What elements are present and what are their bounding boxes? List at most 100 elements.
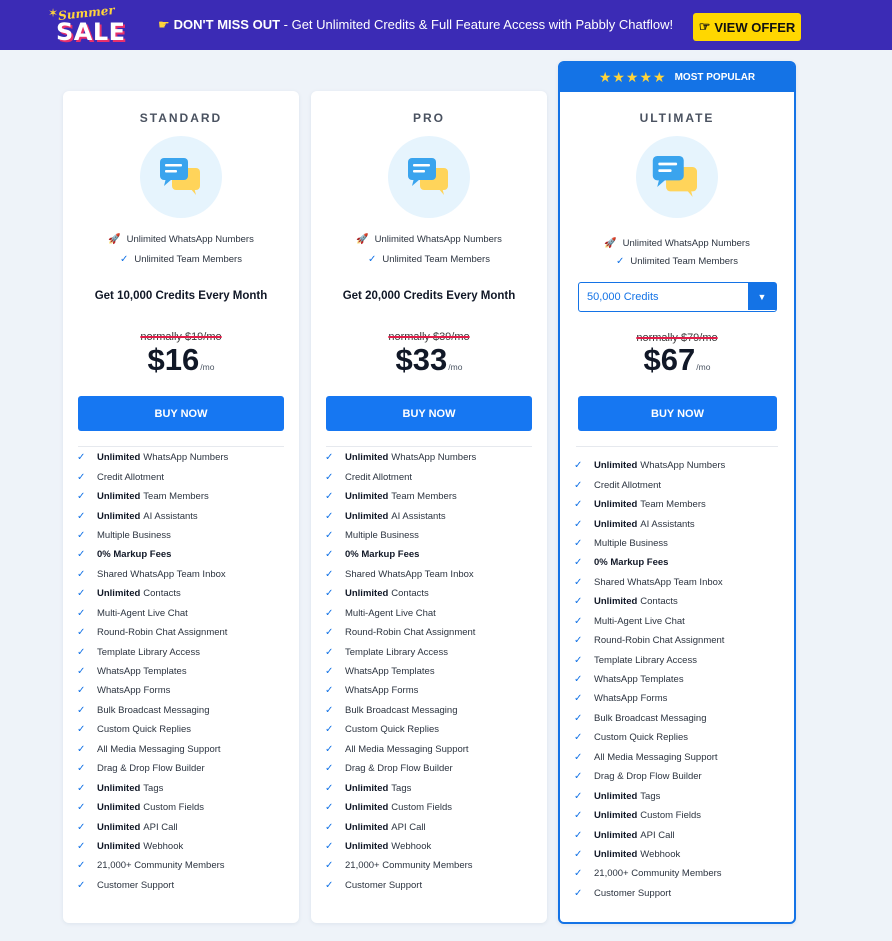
highlight-numbers: 🚀 Unlimited WhatsApp Numbers bbox=[604, 238, 750, 249]
feature-text: Round-Robin Chat Assignment bbox=[594, 635, 725, 647]
check-icon: ✓ bbox=[77, 607, 86, 619]
feature-text: Round-Robin Chat Assignment bbox=[97, 627, 228, 639]
feature-item: ✓ Unlimited AI Assistants bbox=[325, 506, 535, 525]
feature-text: WhatsApp Forms bbox=[97, 685, 171, 697]
pointing-hand-icon: ☛ bbox=[158, 17, 170, 32]
check-icon: ✓ bbox=[325, 588, 334, 600]
credits-label: Get 10,000 Credits Every Month bbox=[94, 290, 268, 302]
feature-list: ✓ Unlimited WhatsApp Numbers ✓ Credit Allotm… bbox=[574, 456, 784, 903]
feature-list: ✓ Unlimited WhatsApp Numbers ✓ Credit Allotm… bbox=[77, 448, 287, 895]
feature-text: Tags bbox=[640, 790, 661, 802]
feature-text: 21,000+ Community Members bbox=[594, 868, 722, 880]
plan-card-standard: STANDARD 🚀 Unlimited WhatsApp Numbers ✓ Un… bbox=[63, 91, 299, 923]
check-icon: ✓ bbox=[77, 724, 86, 736]
feature-text: Template Library Access bbox=[345, 646, 448, 658]
feature-item: ✓ Template Library Access bbox=[574, 650, 784, 669]
check-icon: ✓ bbox=[574, 712, 583, 724]
feature-item: ✓ Customer Support bbox=[325, 876, 535, 895]
feature-bold: Unlimited bbox=[97, 452, 141, 464]
plan-card-ultimate: ★★★★★ MOST POPULAR ULTIMATE 🚀 Unlimited W… bbox=[558, 61, 796, 924]
check-icon: ✓ bbox=[574, 557, 583, 569]
summer-sale-logo: ✶ Summer SALE bbox=[48, 3, 126, 46]
highlight-numbers: 🚀 Unlimited WhatsApp Numbers bbox=[356, 234, 502, 245]
check-icon: ✓ bbox=[77, 491, 86, 503]
highlight-numbers: 🚀 Unlimited WhatsApp Numbers bbox=[108, 234, 254, 245]
feature-item: ✓ Unlimited Contacts bbox=[325, 584, 535, 603]
check-icon: ✓ bbox=[325, 879, 334, 891]
check-icon: ✓ bbox=[325, 685, 334, 697]
feature-bold: Unlimited bbox=[345, 452, 389, 464]
feature-item: ✓ Template Library Access bbox=[325, 642, 535, 661]
plan-card-pro: PRO 🚀 Unlimited WhatsApp Numbers ✓ Unlimit… bbox=[311, 91, 547, 923]
feature-item: ✓ Multiple Business bbox=[77, 526, 287, 545]
feature-bold: 0% Markup Fees bbox=[97, 549, 172, 561]
feature-text: Customer Support bbox=[97, 879, 175, 891]
feature-item: ✓ Unlimited AI Assistants bbox=[77, 506, 287, 525]
feature-text: Round-Robin Chat Assignment bbox=[345, 627, 476, 639]
check-icon: ✓ bbox=[77, 802, 86, 814]
feature-text: Team Members bbox=[640, 499, 706, 511]
feature-bold: Unlimited bbox=[594, 790, 638, 802]
feature-bold: Unlimited bbox=[345, 510, 389, 522]
feature-bold: Unlimited bbox=[97, 782, 141, 794]
check-icon: ✓ bbox=[325, 860, 334, 872]
check-icon: ✓ bbox=[325, 802, 334, 814]
feature-text: AI Assistants bbox=[143, 510, 198, 522]
check-icon: ✓ bbox=[77, 685, 86, 697]
feature-text: Custom Quick Replies bbox=[594, 732, 688, 744]
feature-item: ✓ Unlimited Custom Fields bbox=[325, 798, 535, 817]
check-icon: ✓ bbox=[325, 666, 334, 678]
feature-item: ✓ Drag & Drop Flow Builder bbox=[574, 767, 784, 786]
credits-select[interactable]: 50,000 Credits ▼ bbox=[578, 282, 777, 312]
feature-item: ✓ All Media Messaging Support bbox=[325, 740, 535, 759]
check-icon: ✓ bbox=[574, 693, 583, 705]
buy-now-button[interactable]: BUY NOW bbox=[578, 396, 777, 431]
plan-price: $33/mo bbox=[395, 342, 463, 377]
chevron-down-icon[interactable]: ▼ bbox=[748, 283, 776, 310]
offer-icon: ☞ bbox=[698, 19, 711, 34]
check-icon: ✓ bbox=[325, 529, 334, 541]
feature-item: ✓ Unlimited Webhook bbox=[325, 837, 535, 856]
feature-item: ✓ Bulk Broadcast Messaging bbox=[574, 709, 784, 728]
feature-text: Customer Support bbox=[345, 879, 423, 891]
feature-item: ✓ Unlimited AI Assistants bbox=[574, 514, 784, 533]
buy-now-button[interactable]: BUY NOW bbox=[78, 396, 284, 431]
feature-text: AI Assistants bbox=[391, 510, 446, 522]
check-icon: ✓ bbox=[77, 743, 86, 755]
feature-text: Template Library Access bbox=[97, 646, 200, 658]
divider bbox=[78, 446, 284, 447]
feature-text: Webhook bbox=[640, 848, 681, 860]
check-icon: ✓ bbox=[574, 654, 583, 666]
feature-bold: 0% Markup Fees bbox=[594, 557, 669, 569]
check-icon: ✓ bbox=[77, 840, 86, 852]
check-icon: ✓ bbox=[77, 568, 86, 580]
buy-now-button[interactable]: BUY NOW bbox=[326, 396, 532, 431]
feature-text: WhatsApp Templates bbox=[594, 674, 684, 686]
feature-bold: Unlimited bbox=[345, 802, 389, 814]
feature-text: Drag & Drop Flow Builder bbox=[97, 763, 205, 775]
feature-text: Custom Quick Replies bbox=[345, 724, 439, 736]
feature-bold: Unlimited bbox=[594, 518, 638, 530]
feature-bold: Unlimited bbox=[345, 821, 389, 833]
feature-item: ✓ WhatsApp Templates bbox=[325, 662, 535, 681]
feature-list: ✓ Unlimited WhatsApp Numbers ✓ Credit Allotm… bbox=[325, 448, 535, 895]
view-offer-button[interactable]: ☞ VIEW OFFER bbox=[693, 13, 801, 41]
feature-item: ✓ WhatsApp Forms bbox=[574, 689, 784, 708]
feature-item: ✓ Unlimited WhatsApp Numbers bbox=[77, 448, 287, 467]
feature-item: ✓ WhatsApp Forms bbox=[325, 681, 535, 700]
banner-lead: DON'T MISS OUT bbox=[173, 17, 281, 32]
feature-item: ✓ Multi-Agent Live Chat bbox=[574, 612, 784, 631]
feature-item: ✓ Shared WhatsApp Team Inbox bbox=[574, 573, 784, 592]
feature-item: ✓ Customer Support bbox=[574, 884, 784, 903]
feature-item: ✓ Unlimited API Call bbox=[77, 817, 287, 836]
feature-bold: Unlimited bbox=[97, 802, 141, 814]
feature-text: Customer Support bbox=[594, 887, 672, 899]
feature-text: 21,000+ Community Members bbox=[345, 860, 473, 872]
feature-item: ✓ Multiple Business bbox=[325, 526, 535, 545]
check-icon: ✓ bbox=[574, 537, 583, 549]
feature-bold: Unlimited bbox=[594, 460, 638, 472]
check-icon: ✓ bbox=[325, 821, 334, 833]
chat-bubbles-icon bbox=[140, 136, 222, 218]
feature-bold: Unlimited bbox=[594, 499, 638, 511]
check-icon: ✓ bbox=[325, 568, 334, 580]
